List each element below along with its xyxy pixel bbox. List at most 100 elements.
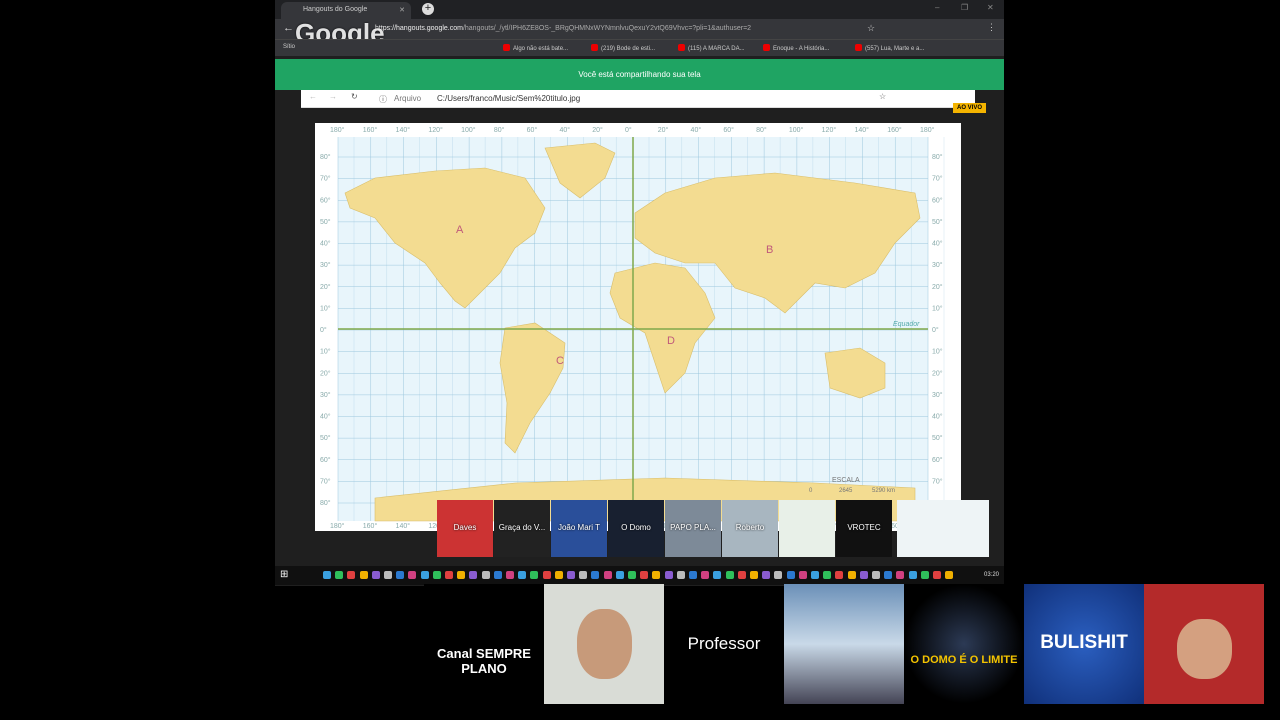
- bookmark[interactable]: Sítio: [283, 44, 295, 50]
- participant-tile[interactable]: Graça do V...: [494, 500, 550, 557]
- taskbar-app-icon[interactable]: [847, 571, 856, 579]
- taskbar-app-icon[interactable]: [872, 571, 880, 579]
- taskbar-app-icon[interactable]: [457, 571, 466, 579]
- participant-tile[interactable]: João Mari T: [551, 500, 607, 557]
- taskbar-app-icon[interactable]: [323, 571, 331, 579]
- back-icon[interactable]: ←: [309, 92, 317, 101]
- taskbar-app-icon[interactable]: [469, 571, 478, 579]
- participant-tile[interactable]: O Domo: [608, 500, 664, 557]
- longitude-label: 160°: [363, 126, 378, 134]
- taskbar-app-icon[interactable]: [615, 571, 624, 579]
- bookmark[interactable]: (219) Bode de esti...: [591, 44, 655, 52]
- participant-tile[interactable]: Daves: [437, 500, 493, 557]
- taskbar-app-icon[interactable]: [640, 571, 649, 579]
- close-window-icon[interactable]: ✕: [987, 3, 994, 12]
- taskbar-app-icon[interactable]: [445, 571, 453, 579]
- participant-tile[interactable]: [779, 500, 835, 557]
- taskbar-app-icon[interactable]: [384, 571, 392, 579]
- bookmarks-bar: Sítio Algo não está bate... (219) Bode d…: [275, 39, 1004, 56]
- participant-tile[interactable]: VROTEC: [836, 500, 892, 557]
- taskbar-app-icon[interactable]: [713, 571, 722, 579]
- taskbar-app-icon[interactable]: [506, 571, 514, 579]
- latitude-label: 20°: [932, 283, 943, 291]
- minimize-icon[interactable]: –: [935, 3, 939, 12]
- taskbar-app-icon[interactable]: [335, 571, 344, 579]
- taskbar-app-icon[interactable]: [396, 571, 405, 579]
- longitude-label: 140°: [396, 126, 411, 134]
- taskbar-app-icon[interactable]: [493, 571, 502, 579]
- back-icon[interactable]: ←: [283, 22, 294, 34]
- forward-icon[interactable]: →: [329, 92, 337, 101]
- live-badge: AO VIVO: [953, 103, 987, 113]
- taskbar-app-icon[interactable]: [567, 571, 575, 579]
- reload-icon[interactable]: ↻: [351, 92, 358, 101]
- bottom-tile[interactable]: [784, 584, 904, 704]
- new-tab-button[interactable]: +: [422, 3, 434, 15]
- taskbar-app-icon[interactable]: [945, 571, 954, 579]
- taskbar-app-icon[interactable]: [481, 571, 490, 579]
- taskbar-app-icon[interactable]: [432, 571, 441, 579]
- taskbar-app-icon[interactable]: [859, 571, 868, 579]
- taskbar-app-icon[interactable]: [701, 571, 710, 579]
- taskbar-app-icon[interactable]: [884, 571, 893, 579]
- taskbar-app-icon[interactable]: [530, 571, 539, 579]
- star-icon[interactable]: ☆: [867, 23, 875, 34]
- close-tab-icon[interactable]: ✕: [399, 6, 405, 14]
- tab-hangouts[interactable]: Hangouts do Google ✕: [281, 2, 411, 19]
- taskbar-app-icon[interactable]: [725, 571, 734, 579]
- taskbar-app-icon[interactable]: [737, 571, 746, 579]
- taskbar-app-icon[interactable]: [823, 571, 832, 579]
- taskbar-app-icon[interactable]: [908, 571, 917, 579]
- taskbar-app-icon[interactable]: [798, 571, 807, 579]
- bottom-tile[interactable]: [544, 584, 664, 704]
- taskbar-app-icon[interactable]: [591, 571, 600, 579]
- bottom-tile[interactable]: BULISHIT: [1024, 584, 1144, 704]
- bottom-tile[interactable]: Professor: [664, 584, 784, 704]
- windows-start-icon[interactable]: ⊞: [280, 569, 288, 580]
- taskbar-app-icon[interactable]: [347, 571, 356, 579]
- menu-icon[interactable]: ⋮: [987, 22, 996, 33]
- taskbar-app-icon[interactable]: [554, 571, 563, 579]
- taskbar-app-icon[interactable]: [750, 571, 758, 579]
- taskbar-app-icon[interactable]: [689, 571, 697, 579]
- taskbar-app-icon[interactable]: [603, 571, 612, 579]
- url-text[interactable]: https://hangouts.google.com/hangouts/_/y…: [375, 25, 751, 32]
- taskbar-app-icon[interactable]: [933, 571, 941, 579]
- taskbar-app-icon[interactable]: [542, 571, 551, 579]
- taskbar-app-icon[interactable]: [762, 571, 771, 579]
- taskbar-app-icon[interactable]: [652, 571, 661, 579]
- taskbar-app-icon[interactable]: [676, 571, 685, 579]
- maximize-icon[interactable]: ❐: [961, 3, 968, 12]
- bookmark[interactable]: Enoque - A História...: [763, 44, 829, 52]
- taskbar-app-icon[interactable]: [408, 571, 417, 579]
- taskbar-app-icon[interactable]: [896, 571, 905, 579]
- taskbar-app-icon[interactable]: [371, 571, 380, 579]
- participant-tile[interactable]: PAPO PLA...: [665, 500, 721, 557]
- bookmark[interactable]: (115) A MARCA DA...: [678, 44, 745, 52]
- taskbar-app-icon[interactable]: [835, 571, 844, 579]
- taskbar-app-icon[interactable]: [811, 571, 819, 579]
- star-icon[interactable]: ☆: [879, 92, 886, 101]
- bottom-tile[interactable]: O DOMO É O LIMITE: [904, 584, 1024, 704]
- taskbar-app-icon[interactable]: [774, 571, 783, 579]
- longitude-label: 160°: [363, 522, 378, 530]
- bottom-tile[interactable]: [1144, 584, 1264, 704]
- latitude-label: 0°: [932, 326, 939, 334]
- bookmark[interactable]: (557) Lua, Marte e a...: [855, 44, 924, 52]
- taskbar-app-icon[interactable]: [786, 571, 795, 579]
- taskbar-app-icon[interactable]: [518, 571, 527, 579]
- taskbar-app-icon[interactable]: [420, 571, 429, 579]
- file-path[interactable]: C:/Users/franco/Music/Sem%20titulo.jpg: [437, 94, 580, 103]
- bookmark[interactable]: Algo não está bate...: [503, 44, 568, 52]
- latitude-label: 60°: [320, 196, 331, 204]
- taskbar-app-icon[interactable]: [628, 571, 636, 579]
- taskbar-app-icon[interactable]: [664, 571, 673, 579]
- participant-tile-screen[interactable]: [897, 500, 989, 557]
- taskbar-app-icon[interactable]: [920, 571, 929, 579]
- latitude-label: 30°: [932, 261, 943, 269]
- taskbar-app-icon[interactable]: [579, 571, 588, 579]
- taskbar-app-icon[interactable]: [359, 571, 368, 579]
- participant-tile[interactable]: Roberto: [722, 500, 778, 557]
- latitude-label: 50°: [320, 434, 331, 442]
- bottom-tile[interactable]: Canal SEMPRE PLANO: [424, 584, 544, 704]
